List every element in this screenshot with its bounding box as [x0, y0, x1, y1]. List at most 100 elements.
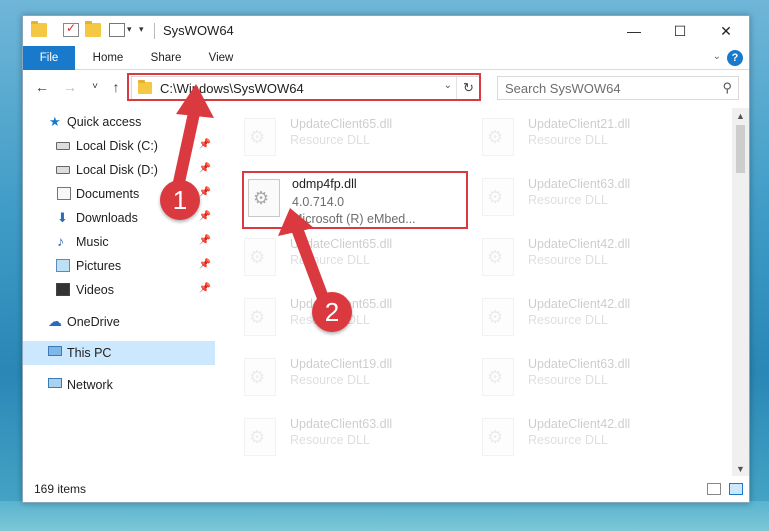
- folder-icon: [31, 21, 47, 37]
- file-name: UpdateClient63.dll: [528, 177, 631, 191]
- dll-file-icon: [482, 238, 514, 276]
- videos-icon: [56, 283, 70, 296]
- file-item[interactable]: UpdateClient63.dll Resource DLL: [476, 170, 714, 226]
- pin-icon: 📌: [198, 187, 211, 198]
- sidebar-item-label: Music: [76, 235, 109, 249]
- file-item[interactable]: UpdateClient63.dll Resource DLL: [476, 350, 714, 406]
- close-button[interactable]: ✕: [703, 16, 749, 46]
- dll-file-icon: [248, 179, 280, 217]
- drive-icon: [56, 166, 70, 174]
- pin-icon: 📌: [198, 235, 211, 246]
- dll-file-icon: [482, 178, 514, 216]
- tab-share[interactable]: Share: [141, 46, 191, 70]
- sidebar-item-music[interactable]: ♪ Music 📌: [23, 230, 215, 254]
- onedrive-icon: ☁: [48, 313, 62, 329]
- forward-button[interactable]: →: [61, 77, 79, 97]
- this-pc-icon: [48, 346, 62, 356]
- sidebar-item-label: Documents: [76, 187, 140, 201]
- sidebar-item-label: Videos: [76, 283, 114, 297]
- file-type: Resource DLL: [528, 373, 608, 387]
- file-item[interactable]: UpdateClient19.dll Resource DLL: [238, 350, 476, 406]
- sidebar-item-local-disk-c[interactable]: Local Disk (C:) 📌: [23, 134, 215, 158]
- view-icon[interactable]: [109, 23, 125, 37]
- tab-file[interactable]: File: [23, 46, 75, 70]
- properties-icon[interactable]: [63, 21, 79, 37]
- file-item[interactable]: UpdateClient65.dll Resource DLL: [238, 110, 476, 166]
- scroll-up-icon[interactable]: ▲: [732, 108, 749, 125]
- file-name: UpdateClient42.dll: [528, 237, 631, 251]
- step-1-badge: 1: [160, 180, 200, 220]
- file-description: Microsoft (R) eMbed...: [292, 212, 416, 226]
- expand-ribbon-icon[interactable]: ⌄: [713, 51, 721, 62]
- star-icon: ★: [49, 114, 61, 129]
- file-name: UpdateClient21.dll: [528, 117, 631, 131]
- file-list: UpdateClient65.dll Resource DLL odmp4fp.…: [238, 108, 733, 478]
- sidebar-item-onedrive[interactable]: ☁ OneDrive: [23, 310, 215, 334]
- maximize-button[interactable]: ☐: [657, 16, 703, 46]
- file-type: Resource DLL: [290, 133, 370, 147]
- sidebar-item-local-disk-d[interactable]: Local Disk (D:) 📌: [23, 158, 215, 182]
- file-name: UpdateClient65.dll: [290, 237, 393, 251]
- sidebar-item-this-pc[interactable]: This PC: [23, 341, 215, 365]
- file-type: Resource DLL: [528, 433, 608, 447]
- file-type: Resource DLL: [528, 133, 608, 147]
- file-type: Resource DLL: [290, 373, 370, 387]
- vertical-scrollbar[interactable]: ▲ ▼: [732, 108, 749, 478]
- file-item[interactable]: UpdateClient65.dll Resource DLL: [238, 290, 476, 346]
- drive-icon: [56, 142, 70, 150]
- file-item[interactable]: UpdateClient65.dll Resource DLL: [238, 230, 476, 286]
- file-type: Resource DLL: [528, 253, 608, 267]
- file-item[interactable]: UpdateClient42.dll Resource DLL: [476, 410, 714, 466]
- step-2-badge: 2: [312, 292, 352, 332]
- file-name: UpdateClient42.dll: [528, 417, 631, 431]
- sidebar-item-videos[interactable]: Videos 📌: [23, 278, 215, 302]
- search-placeholder: Search SysWOW64: [505, 81, 621, 96]
- dll-file-icon: [482, 358, 514, 396]
- item-count: 169 items: [34, 482, 87, 496]
- file-item[interactable]: UpdateClient42.dll Resource DLL: [476, 230, 714, 286]
- pin-icon: 📌: [198, 259, 211, 270]
- sidebar-item-quick-access[interactable]: ★ Quick access: [23, 110, 215, 134]
- scrollbar-thumb[interactable]: [736, 125, 745, 173]
- music-icon: ♪: [57, 233, 64, 249]
- file-type: Resource DLL: [290, 253, 370, 267]
- new-folder-icon[interactable]: [85, 21, 101, 37]
- recent-locations-button[interactable]: ˅: [86, 77, 104, 97]
- sidebar-item-label: Local Disk (C:): [76, 139, 158, 153]
- sidebar-item-label: Quick access: [67, 115, 142, 129]
- address-highlight-box: [127, 73, 481, 101]
- sidebar-item-network[interactable]: Network: [23, 373, 215, 397]
- sidebar-item-label: Network: [67, 378, 113, 392]
- large-icons-view-icon[interactable]: [729, 483, 743, 495]
- sidebar-item-label: Local Disk (D:): [76, 163, 158, 177]
- file-item[interactable]: UpdateClient63.dll Resource DLL: [238, 410, 476, 466]
- tab-view[interactable]: View: [199, 46, 243, 70]
- file-item-odmp4fp[interactable]: odmp4fp.dll 4.0.714.0 Microsoft (R) eMbe…: [242, 171, 468, 229]
- details-view-icon[interactable]: [707, 483, 721, 495]
- minimize-button[interactable]: —: [611, 16, 657, 46]
- file-type: Resource DLL: [528, 193, 608, 207]
- file-item[interactable]: UpdateClient21.dll Resource DLL: [476, 110, 714, 166]
- pin-icon: 📌: [198, 211, 211, 222]
- dll-file-icon: [244, 298, 276, 336]
- ribbon-tabs: File Home Share View ⌄ ?: [23, 46, 749, 70]
- search-icon[interactable]: ⚲: [722, 80, 732, 96]
- chevron-down-icon[interactable]: ▾: [127, 24, 132, 35]
- window-title: SysWOW64: [163, 23, 234, 38]
- search-input[interactable]: Search SysWOW64 ⚲: [497, 76, 739, 100]
- file-name: UpdateClient63.dll: [290, 417, 393, 431]
- back-button[interactable]: ←: [33, 77, 51, 97]
- dll-file-icon: [482, 418, 514, 456]
- file-explorer-window: ▾ ▾ SysWOW64 — ☐ ✕ File Home Share View …: [22, 15, 750, 503]
- file-name: UpdateClient19.dll: [290, 357, 393, 371]
- up-button[interactable]: ↑: [107, 77, 125, 97]
- tab-home[interactable]: Home: [83, 46, 133, 70]
- file-item[interactable]: UpdateClient42.dll Resource DLL: [476, 290, 714, 346]
- help-button[interactable]: ?: [727, 50, 743, 66]
- sidebar-item-label: Downloads: [76, 211, 138, 225]
- customize-toolbar-icon[interactable]: ▾: [139, 24, 144, 35]
- sidebar-item-label: Pictures: [76, 259, 122, 273]
- sidebar-item-pictures[interactable]: Pictures 📌: [23, 254, 215, 278]
- file-name: UpdateClient42.dll: [528, 297, 631, 311]
- network-icon: [48, 378, 62, 388]
